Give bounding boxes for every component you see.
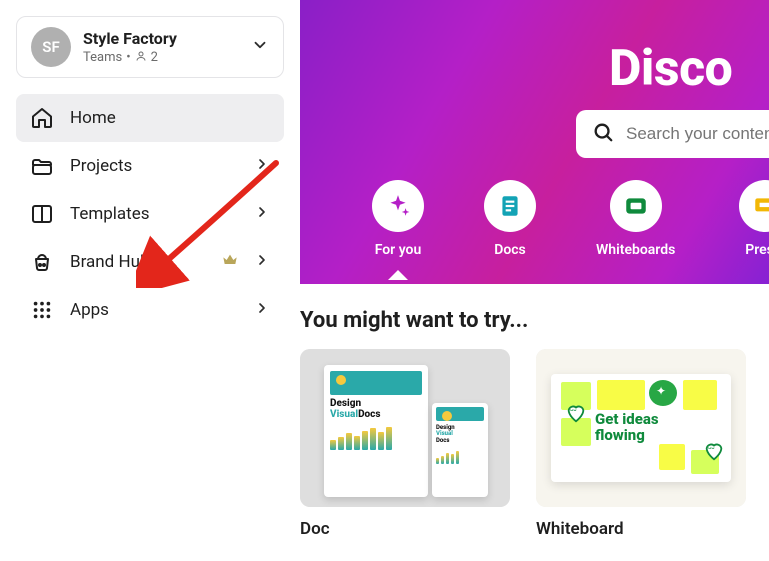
hero-banner: Disco For you Docs bbox=[300, 0, 769, 284]
chevron-down-icon bbox=[251, 36, 269, 58]
team-sep: • bbox=[126, 50, 130, 65]
brandhub-icon bbox=[30, 250, 54, 274]
chevron-right-icon bbox=[254, 252, 270, 273]
doc-type-label: For you bbox=[375, 242, 422, 258]
presentation-icon bbox=[739, 180, 769, 232]
sidebar-item-label: Home bbox=[70, 108, 270, 128]
thumb-text: Design bbox=[330, 398, 361, 409]
templates-icon bbox=[30, 202, 54, 226]
doc-type-label: Whiteboards bbox=[596, 242, 675, 258]
try-section: You might want to try... DesignVisualDoc… bbox=[300, 284, 769, 539]
thumb-text: Visual bbox=[330, 409, 358, 420]
search-bar[interactable] bbox=[576, 110, 769, 158]
section-title: You might want to try... bbox=[300, 308, 769, 333]
team-members: 2 bbox=[151, 50, 158, 65]
whiteboard-icon bbox=[610, 180, 662, 232]
card-thumb: DesignVisualDocs DesignVisualDocs bbox=[300, 349, 510, 507]
doc-type-docs[interactable]: Docs bbox=[484, 180, 536, 258]
crown-icon bbox=[222, 252, 238, 273]
thumb-text: flowing bbox=[595, 426, 645, 444]
team-info: Style Factory Teams • 2 bbox=[83, 29, 239, 66]
team-plan: Teams bbox=[83, 50, 122, 65]
team-name: Style Factory bbox=[83, 29, 239, 48]
apps-icon bbox=[30, 298, 54, 322]
chevron-right-icon bbox=[254, 156, 270, 177]
sidebar-nav: Home Projects Templates bbox=[16, 94, 284, 334]
chevron-right-icon bbox=[254, 300, 270, 321]
folder-icon bbox=[30, 154, 54, 178]
sidebar-item-label: Templates bbox=[70, 204, 238, 224]
doc-type-label: Docs bbox=[494, 242, 526, 258]
card-label: Whiteboard bbox=[536, 519, 746, 539]
doc-types-row: For you Docs Whiteboards bbox=[372, 180, 769, 258]
thumb-text: Docs bbox=[436, 437, 449, 444]
sidebar-item-label: Projects bbox=[70, 156, 238, 176]
sidebar-item-label: Apps bbox=[70, 300, 238, 320]
card-thumb: ᵕᵕ ᵕᵕ Get ideasflowing bbox=[536, 349, 746, 507]
sparkle-icon bbox=[372, 180, 424, 232]
card-whiteboard[interactable]: ᵕᵕ ᵕᵕ Get ideasflowing Whiteboard bbox=[536, 349, 746, 539]
card-doc[interactable]: DesignVisualDocs DesignVisualDocs Doc bbox=[300, 349, 510, 539]
doc-type-foryou[interactable]: For you bbox=[372, 180, 424, 258]
doc-type-label: Prese bbox=[745, 242, 769, 258]
doc-type-presentations[interactable]: Prese bbox=[735, 180, 769, 258]
search-icon bbox=[592, 121, 614, 147]
avatar: SF bbox=[31, 27, 71, 67]
sidebar-item-templates[interactable]: Templates bbox=[16, 190, 284, 238]
main-content: Disco For you Docs bbox=[300, 0, 769, 561]
search-input[interactable] bbox=[626, 124, 769, 144]
card-label: Doc bbox=[300, 519, 510, 539]
doc-type-whiteboards[interactable]: Whiteboards bbox=[596, 180, 675, 258]
members-icon bbox=[135, 50, 147, 66]
sidebar-item-brand-hub[interactable]: Brand Hub bbox=[16, 238, 284, 286]
cards-row: DesignVisualDocs DesignVisualDocs Doc bbox=[300, 349, 769, 539]
team-switcher[interactable]: SF Style Factory Teams • 2 bbox=[16, 16, 284, 78]
sidebar-item-projects[interactable]: Projects bbox=[16, 142, 284, 190]
docs-icon bbox=[484, 180, 536, 232]
chevron-right-icon bbox=[254, 204, 270, 225]
home-icon bbox=[30, 106, 54, 130]
sidebar-item-label: Brand Hub bbox=[70, 252, 206, 272]
sidebar-item-home[interactable]: Home bbox=[16, 94, 284, 142]
thumb-text: Docs bbox=[358, 409, 380, 420]
hero-title: Disco bbox=[550, 40, 769, 98]
sidebar: SF Style Factory Teams • 2 bbox=[0, 0, 300, 561]
team-meta: Teams • 2 bbox=[83, 50, 239, 66]
sidebar-item-apps[interactable]: Apps bbox=[16, 286, 284, 334]
